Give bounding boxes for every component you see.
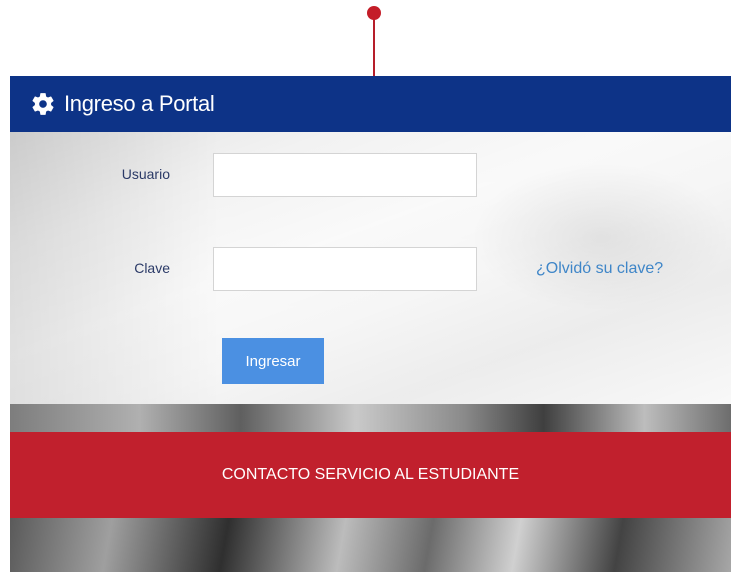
gear-icon — [30, 91, 56, 117]
contact-student-service-button[interactable]: CONTACTO SERVICIO AL ESTUDIANTE — [10, 432, 731, 518]
username-input[interactable] — [213, 153, 477, 197]
background-photo-strip — [10, 404, 731, 432]
contact-label: CONTACTO SERVICIO AL ESTUDIANTE — [221, 466, 520, 483]
pin-dot — [367, 6, 381, 20]
page-title: Ingreso a Portal — [64, 91, 215, 116]
background-photo-bottom — [10, 518, 731, 572]
login-form: Usuario Clave ¿Olvidó su clave? Ingresar — [10, 132, 731, 404]
forgot-password-link[interactable]: ¿Olvidó su clave? — [536, 260, 663, 278]
pin-line — [373, 14, 375, 76]
background-photo-shade — [470, 162, 731, 312]
password-input[interactable] — [213, 247, 477, 291]
username-label: Usuario — [121, 166, 170, 182]
login-button[interactable]: Ingresar — [222, 338, 324, 384]
portal-header: Ingreso a Portal — [10, 76, 731, 132]
password-label: Clave — [134, 260, 170, 276]
